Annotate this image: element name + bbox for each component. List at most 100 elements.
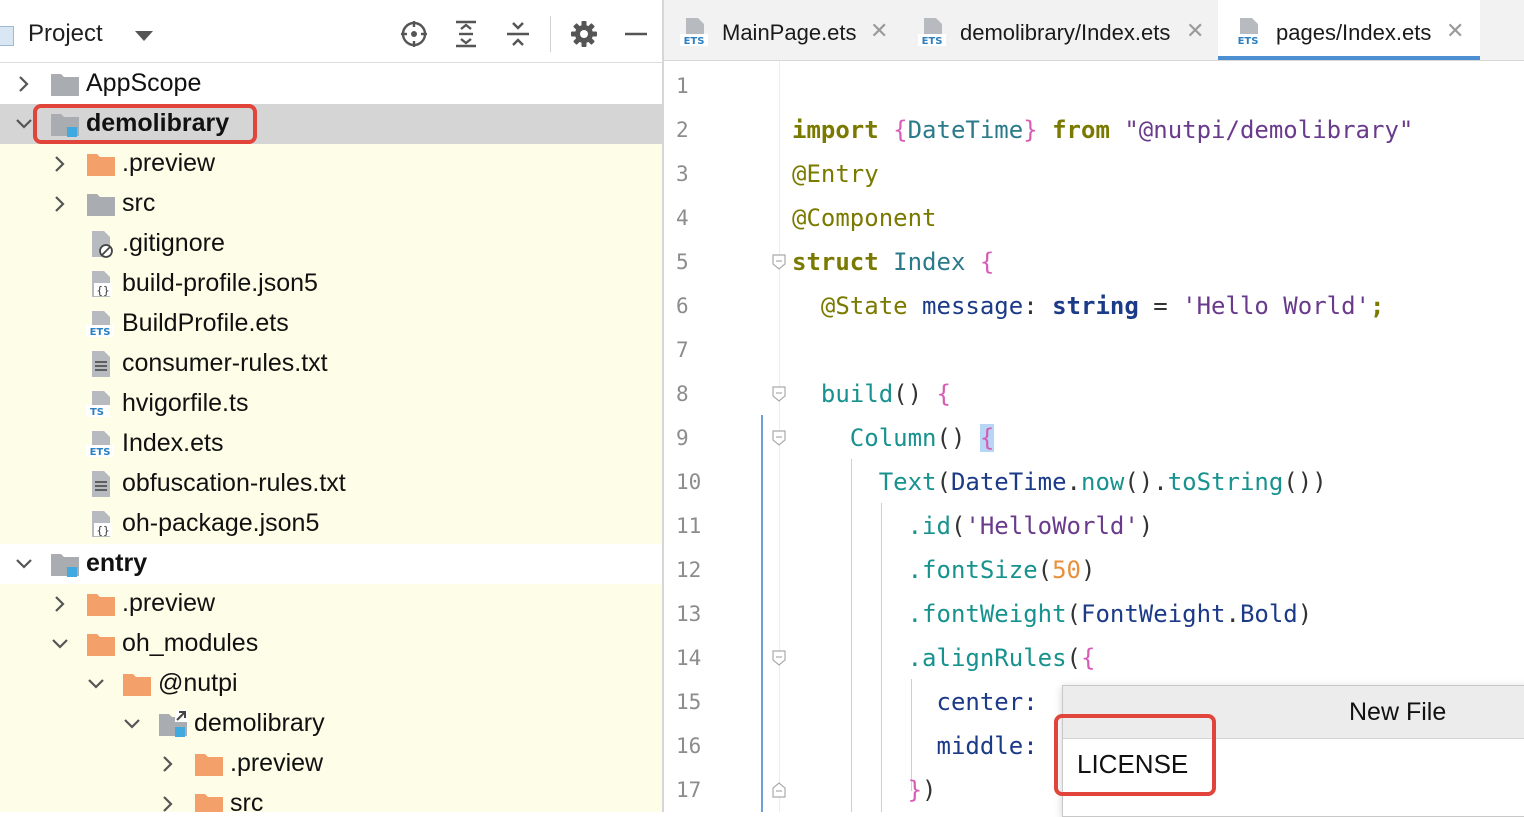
line-number: 10	[676, 470, 702, 494]
project-panel-title[interactable]: Project	[28, 20, 103, 48]
line-number: 15	[676, 690, 702, 714]
tab-mainpage[interactable]: ETS MainPage.ets ✕	[664, 0, 904, 60]
tree-item-buildprofile-ets[interactable]: ETS BuildProfile.ets	[0, 304, 662, 344]
ets-file-icon: ETS	[86, 431, 114, 458]
chevron-down-icon[interactable]	[84, 672, 108, 696]
chevron-down-icon[interactable]	[12, 552, 36, 576]
svg-text:ETS: ETS	[684, 36, 705, 47]
code-token: string	[1052, 292, 1139, 320]
tab-label: pages/Index.ets	[1276, 20, 1432, 45]
tree-item-gitignore[interactable]: .gitignore	[0, 224, 662, 264]
chevron-right-icon[interactable]	[156, 792, 180, 812]
code-token: .	[1066, 468, 1081, 496]
orange-folder-icon	[123, 674, 151, 696]
orange-folder-icon	[87, 154, 115, 176]
code-token: {	[936, 380, 951, 408]
minimize-icon[interactable]	[620, 18, 652, 50]
tree-item-label: .preview	[230, 749, 324, 777]
tree-item-src[interactable]: src	[0, 184, 662, 224]
code-token: from	[1052, 116, 1110, 144]
chevron-right-icon[interactable]	[48, 592, 72, 616]
code-token: 'HelloWorld'	[965, 512, 1139, 540]
svg-text:ETS: ETS	[1238, 36, 1259, 47]
symlink-module-icon	[159, 710, 187, 737]
code-line-4: @Component	[792, 204, 937, 232]
code-token: {	[979, 248, 995, 276]
tree-item-oh-modules[interactable]: oh_modules	[0, 624, 662, 664]
chevron-down-icon[interactable]	[48, 632, 72, 656]
line-number: 5	[676, 250, 689, 274]
collapse-all-icon[interactable]	[502, 18, 534, 50]
tree-item-preview[interactable]: .preview	[0, 144, 662, 184]
tree-item-label: src	[230, 789, 264, 812]
chevron-right-icon[interactable]	[48, 152, 72, 176]
tab-label: MainPage.ets	[722, 20, 857, 45]
tree-item-oh-package[interactable]: {} oh-package.json5	[0, 504, 662, 544]
project-panel: Project AppScope demolibrary .preview sr…	[0, 0, 662, 812]
tree-item-appscope[interactable]: AppScope	[0, 64, 662, 104]
folder-icon	[87, 194, 115, 216]
ets-file-icon: ETS	[86, 311, 114, 338]
code-token: import	[792, 116, 879, 144]
code-line-17: })	[792, 776, 937, 804]
chevron-down-icon[interactable]	[120, 712, 144, 736]
tree-item-label: @nutpi	[158, 669, 238, 697]
crosshair-icon[interactable]	[398, 18, 430, 50]
text-file-icon	[92, 471, 110, 497]
tree-item-preview[interactable]: .preview	[0, 744, 662, 784]
tree-item-nutpi[interactable]: @nutpi	[0, 664, 662, 704]
tree-item-preview[interactable]: .preview	[0, 584, 662, 624]
close-icon[interactable]: ✕	[1186, 18, 1204, 44]
tree-item-demolibrary-link[interactable]: demolibrary	[0, 704, 662, 744]
tree-item-consumer-rules[interactable]: consumer-rules.txt	[0, 344, 662, 384]
code-token: 50	[1052, 556, 1081, 584]
code-line-2: import {DateTime} from "@nutpi/demolibra…	[792, 116, 1413, 144]
tree-item-hvigorfile[interactable]: TS hvigorfile.ts	[0, 384, 662, 424]
line-number: 2	[676, 118, 689, 142]
line-number: 4	[676, 206, 689, 230]
code-token: (	[1066, 600, 1081, 628]
ignore-file-icon	[92, 231, 113, 258]
chevron-down-icon[interactable]	[135, 31, 153, 41]
code-token: Text	[792, 468, 937, 496]
line-number: 16	[676, 734, 702, 758]
tree-item-label: AppScope	[86, 69, 202, 97]
tree-item-label: .preview	[122, 149, 216, 177]
tree-item-obfuscation-rules[interactable]: obfuscation-rules.txt	[0, 464, 662, 504]
code-token: )	[1081, 556, 1096, 584]
chevron-right-icon[interactable]	[156, 752, 180, 776]
indent-guide	[761, 415, 763, 812]
close-icon[interactable]: ✕	[870, 18, 888, 44]
code-token: Column	[792, 424, 937, 452]
text-file-icon	[92, 351, 110, 377]
code-token: FontWeight	[1081, 600, 1226, 628]
tree-item-build-profile[interactable]: {} build-profile.json5	[0, 264, 662, 304]
line-number: 8	[676, 382, 689, 406]
tree-item-label: entry	[86, 549, 148, 577]
chevron-right-icon[interactable]	[48, 192, 72, 216]
expand-all-icon[interactable]	[450, 18, 482, 50]
code-token: @State	[792, 292, 908, 320]
code-token: ()	[893, 380, 937, 408]
tree-item-label: oh-package.json5	[122, 509, 320, 537]
tab-demolibrary-index[interactable]: ETS demolibrary/Index.ets ✕	[904, 0, 1218, 60]
tree-item-label: BuildProfile.ets	[122, 309, 289, 337]
editor-tab-bar: ETS MainPage.ets ✕ ETS demolibrary/Index…	[664, 0, 1524, 61]
chevron-right-icon[interactable]	[12, 72, 36, 96]
tree-item-entry[interactable]: entry	[0, 544, 662, 584]
tree-item-label: demolibrary	[194, 709, 325, 737]
line-number: 17	[676, 778, 702, 802]
close-icon[interactable]: ✕	[1446, 18, 1464, 44]
line-number: 1	[676, 74, 689, 98]
tree-item-label: oh_modules	[122, 629, 259, 657]
code-token: {	[979, 424, 995, 452]
tree-item-label: Index.ets	[122, 429, 224, 457]
orange-folder-icon	[195, 794, 223, 812]
tree-item-index-ets[interactable]: ETS Index.ets	[0, 424, 662, 464]
tree-item-src[interactable]: src	[0, 784, 662, 812]
svg-text:{}: {}	[96, 284, 109, 297]
line-number: 7	[676, 338, 689, 362]
gear-icon[interactable]	[568, 18, 600, 50]
code-line-12: .fontSize(50)	[792, 556, 1096, 584]
tab-pages-index[interactable]: ETS pages/Index.ets ✕	[1218, 0, 1480, 60]
